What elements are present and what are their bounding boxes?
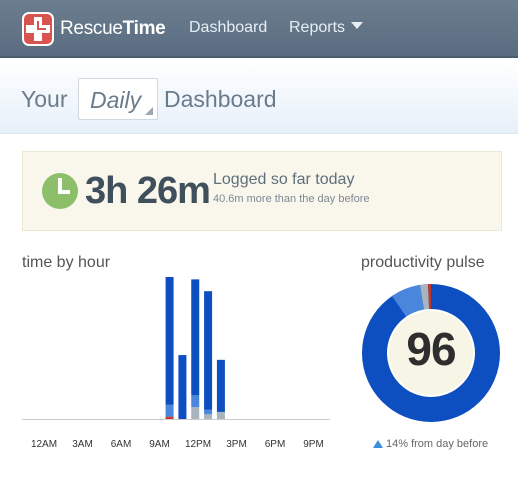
x-tick-label: 6AM <box>111 439 132 450</box>
productivity-pulse-score: 96 <box>406 323 456 375</box>
x-tick-label: 12PM <box>185 439 211 450</box>
bar-13-neutral[interactable] <box>191 407 200 419</box>
dashboard-header: Your Daily Dashboard <box>0 60 518 134</box>
bar-12-very-productive[interactable] <box>178 355 187 419</box>
bar-15-very-productive[interactable] <box>216 359 225 412</box>
clock-icon <box>42 173 78 209</box>
x-tick-label: 6PM <box>265 439 286 450</box>
bar-14-very-productive[interactable] <box>204 291 213 410</box>
period-select[interactable]: Daily <box>78 78 158 120</box>
caret-down-icon <box>351 22 364 29</box>
x-tick-label: 3AM <box>72 439 93 450</box>
bar-15-neutral[interactable] <box>216 411 225 419</box>
arrow-up-icon <box>373 440 383 448</box>
bar-13-productive[interactable] <box>191 395 200 408</box>
select-corner-icon <box>145 107 153 115</box>
bar-13-very-productive[interactable] <box>191 279 200 396</box>
header-prefix: Your <box>21 86 68 112</box>
logged-time-total: 3h 26m <box>85 170 211 212</box>
nav-dashboard-link[interactable]: Dashboard <box>189 19 267 37</box>
bar-11-productive[interactable] <box>165 404 174 417</box>
pulse-change-note: 14% from day before <box>373 438 488 450</box>
x-tick-label: 9PM <box>303 439 324 450</box>
top-navbar: RescueTime Dashboard Reports <box>0 0 518 58</box>
period-select-value: Daily <box>90 87 142 113</box>
rescuetime-logo-icon[interactable] <box>22 12 54 46</box>
bar-14-productive[interactable] <box>204 409 213 415</box>
brand-name[interactable]: RescueTime <box>60 18 166 40</box>
productivity-pulse-title: productivity pulse <box>361 254 485 271</box>
bar-14-neutral[interactable] <box>204 414 213 419</box>
header-suffix: Dashboard <box>164 86 277 112</box>
time-summary-banner: 3h 26m Logged so far today 40.6m more th… <box>22 151 502 231</box>
logged-label: Logged so far today <box>213 171 355 188</box>
time-by-hour-chart: 12AM 3AM 6AM 9AM 12PM 3PM 6PM 9PM <box>22 277 330 450</box>
bar-11-distracting[interactable] <box>165 416 174 419</box>
logged-comparison: 40.6m more than the day before <box>213 193 370 205</box>
nav-reports-dropdown[interactable]: Reports <box>289 19 364 37</box>
x-tick-label: 9AM <box>149 439 170 450</box>
bar-11-very-productive[interactable] <box>165 277 174 405</box>
x-tick-label: 3PM <box>226 439 247 450</box>
x-tick-label: 12AM <box>31 439 57 450</box>
